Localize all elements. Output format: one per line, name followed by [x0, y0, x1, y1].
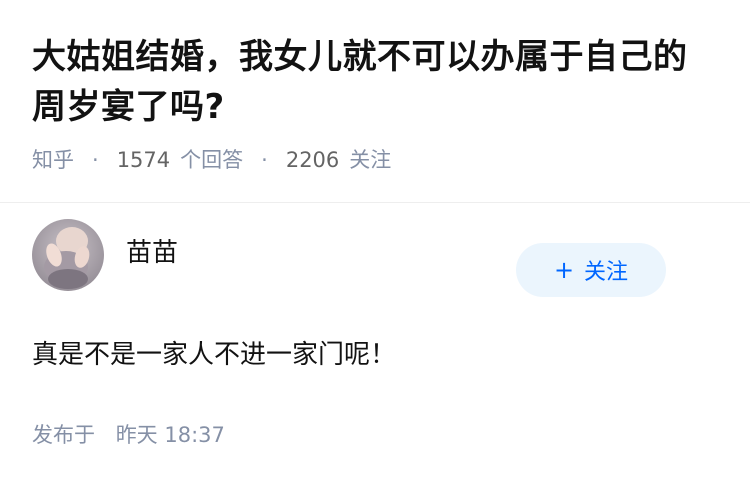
- question-header: 大姑姐结婚，我女儿就不可以办属于自己的周岁宴了吗? 知乎 · 1574 个回答 …: [0, 0, 750, 174]
- answer-content: 真是不是一家人不进一家门呢！: [32, 340, 397, 370]
- follower-count-label: 关注: [349, 148, 392, 172]
- avatar-image: [32, 219, 104, 291]
- meta-separator: ·: [261, 148, 268, 172]
- publish-time: 18:37: [164, 423, 225, 447]
- publish-prefix: 发布于: [32, 423, 95, 447]
- question-meta: 知乎 · 1574 个回答 · 2206 关注: [32, 146, 718, 174]
- question-title[interactable]: 大姑姐结婚，我女儿就不可以办属于自己的周岁宴了吗?: [32, 32, 718, 132]
- author-row: 苗苗 + 关注: [32, 203, 718, 307]
- author-name[interactable]: 苗苗: [126, 232, 178, 269]
- source-label[interactable]: 知乎: [32, 146, 74, 174]
- meta-separator: ·: [92, 148, 99, 172]
- answer-count: 1574: [116, 148, 171, 172]
- plus-icon: +: [553, 256, 575, 284]
- publish-info: 发布于 昨天 18:37: [32, 419, 718, 449]
- follow-button-label: 关注: [584, 260, 629, 285]
- follow-button[interactable]: + 关注: [516, 243, 666, 297]
- follower-count: 2206: [285, 148, 340, 172]
- answer-count-label: 个回答: [180, 148, 244, 172]
- avatar[interactable]: [32, 219, 104, 291]
- answer-page: 大姑姐结婚，我女儿就不可以办属于自己的周岁宴了吗? 知乎 · 1574 个回答 …: [0, 0, 750, 484]
- publish-day: 昨天: [115, 423, 158, 447]
- answer-card: 苗苗 + 关注 真是不是一家人不进一家门呢！ 发布于 昨天 18:37: [0, 203, 750, 449]
